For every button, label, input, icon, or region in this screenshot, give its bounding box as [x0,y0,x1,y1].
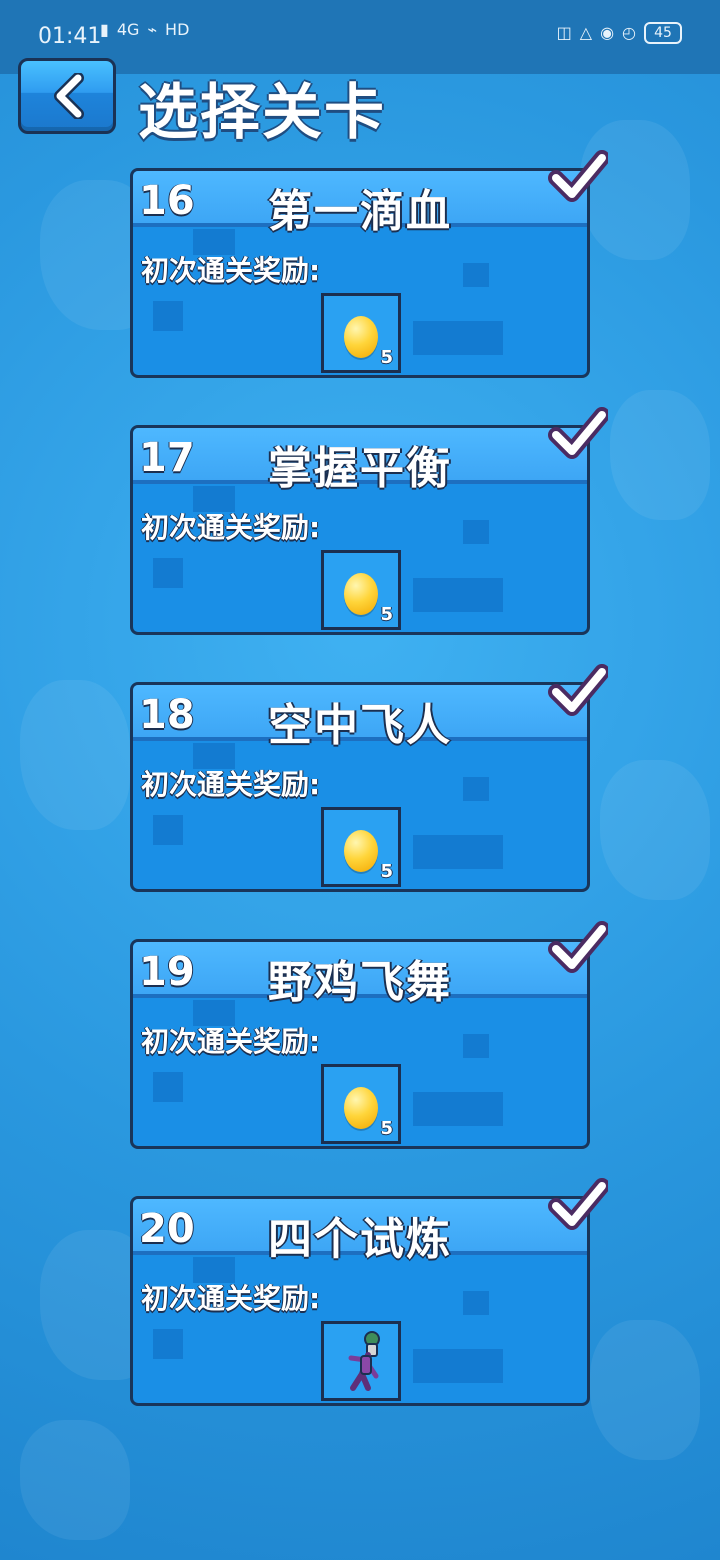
checkmark-icon [548,921,608,973]
background-decoration [20,680,130,830]
status-right-icons: ◫ △ ◉ ◴ 45 [557,22,682,44]
card-tile [413,1092,503,1126]
checkmark-icon [548,150,608,202]
card-tile [463,777,489,801]
card-tile [153,301,183,331]
reward-slot: 5 [321,1064,401,1144]
background-decoration [610,390,710,520]
lock-icon: ◉ [600,23,615,42]
level-card-16[interactable]: 16 第一滴血 初次通关奖励: 5 [130,168,590,378]
checkmark-icon [548,1178,608,1230]
reward-label: 初次通关奖励: [141,511,321,544]
checkmark-icon [548,664,608,716]
status-left-icons: ▮ 4G ⌁ HD [100,22,189,38]
reward-label: 初次通关奖励: [141,768,321,801]
card-tile [153,558,183,588]
card-tile [413,321,503,355]
level-card-20[interactable]: 20 四个试炼 初次通关奖励: [130,1196,590,1406]
reward-slot [321,1321,401,1401]
page-title: 选择关卡 [138,78,386,148]
bell-off-icon: △ [579,23,593,42]
coin-icon [344,1087,378,1129]
checkmark-icon [548,407,608,459]
signal-icon: ▮ [100,20,109,39]
card-tile [463,1034,489,1058]
card-tile [153,1072,183,1102]
level-name: 第一滴血 [268,186,452,237]
reward-slot: 5 [321,550,401,630]
card-tile [463,263,489,287]
level-card-19[interactable]: 19 野鸡飞舞 初次通关奖励: 5 [130,939,590,1149]
level-name: 野鸡飞舞 [268,957,452,1008]
level-card-18[interactable]: 18 空中飞人 初次通关奖励: 5 [130,682,590,892]
card-tile [463,1291,489,1315]
level-name: 四个试炼 [268,1214,452,1265]
card-tile [153,815,183,845]
card-tile [153,1329,183,1359]
card-tile [463,520,489,544]
level-card-17[interactable]: 17 掌握平衡 初次通关奖励: 5 [130,425,590,635]
background-decoration [590,1320,700,1460]
card-tile [413,835,503,869]
background-decoration [600,760,710,900]
chevron-left-icon [54,73,84,119]
reward-count: 5 [380,347,393,368]
reward-count: 5 [380,1118,393,1139]
status-time: 01:41 [38,24,102,49]
reward-label: 初次通关奖励: [141,1282,321,1315]
reward-label: 初次通关奖励: [141,254,321,287]
reward-count: 5 [380,604,393,625]
alarm-icon: ◴ [622,23,636,42]
hd-icon: HD [165,20,190,39]
coin-icon [344,573,378,615]
reward-slot: 5 [321,807,401,887]
level-name: 掌握平衡 [268,443,452,494]
reward-label: 初次通关奖励: [141,1025,321,1058]
reward-count: 5 [380,861,393,882]
coin-icon [344,830,378,872]
network-label: 4G [116,20,140,39]
reward-slot: 5 [321,293,401,373]
character-reward-icon [348,1331,380,1391]
coin-icon [344,316,378,358]
level-name: 空中飞人 [268,700,452,751]
wifi-icon: ⌁ [147,20,158,39]
battery-icon: 45 [644,22,682,44]
card-tile [413,578,503,612]
back-button[interactable] [18,58,116,134]
battery-level: 45 [654,25,672,41]
card-tile [413,1349,503,1383]
background-decoration [20,1420,130,1540]
gamepad-icon: ◫ [556,23,572,42]
